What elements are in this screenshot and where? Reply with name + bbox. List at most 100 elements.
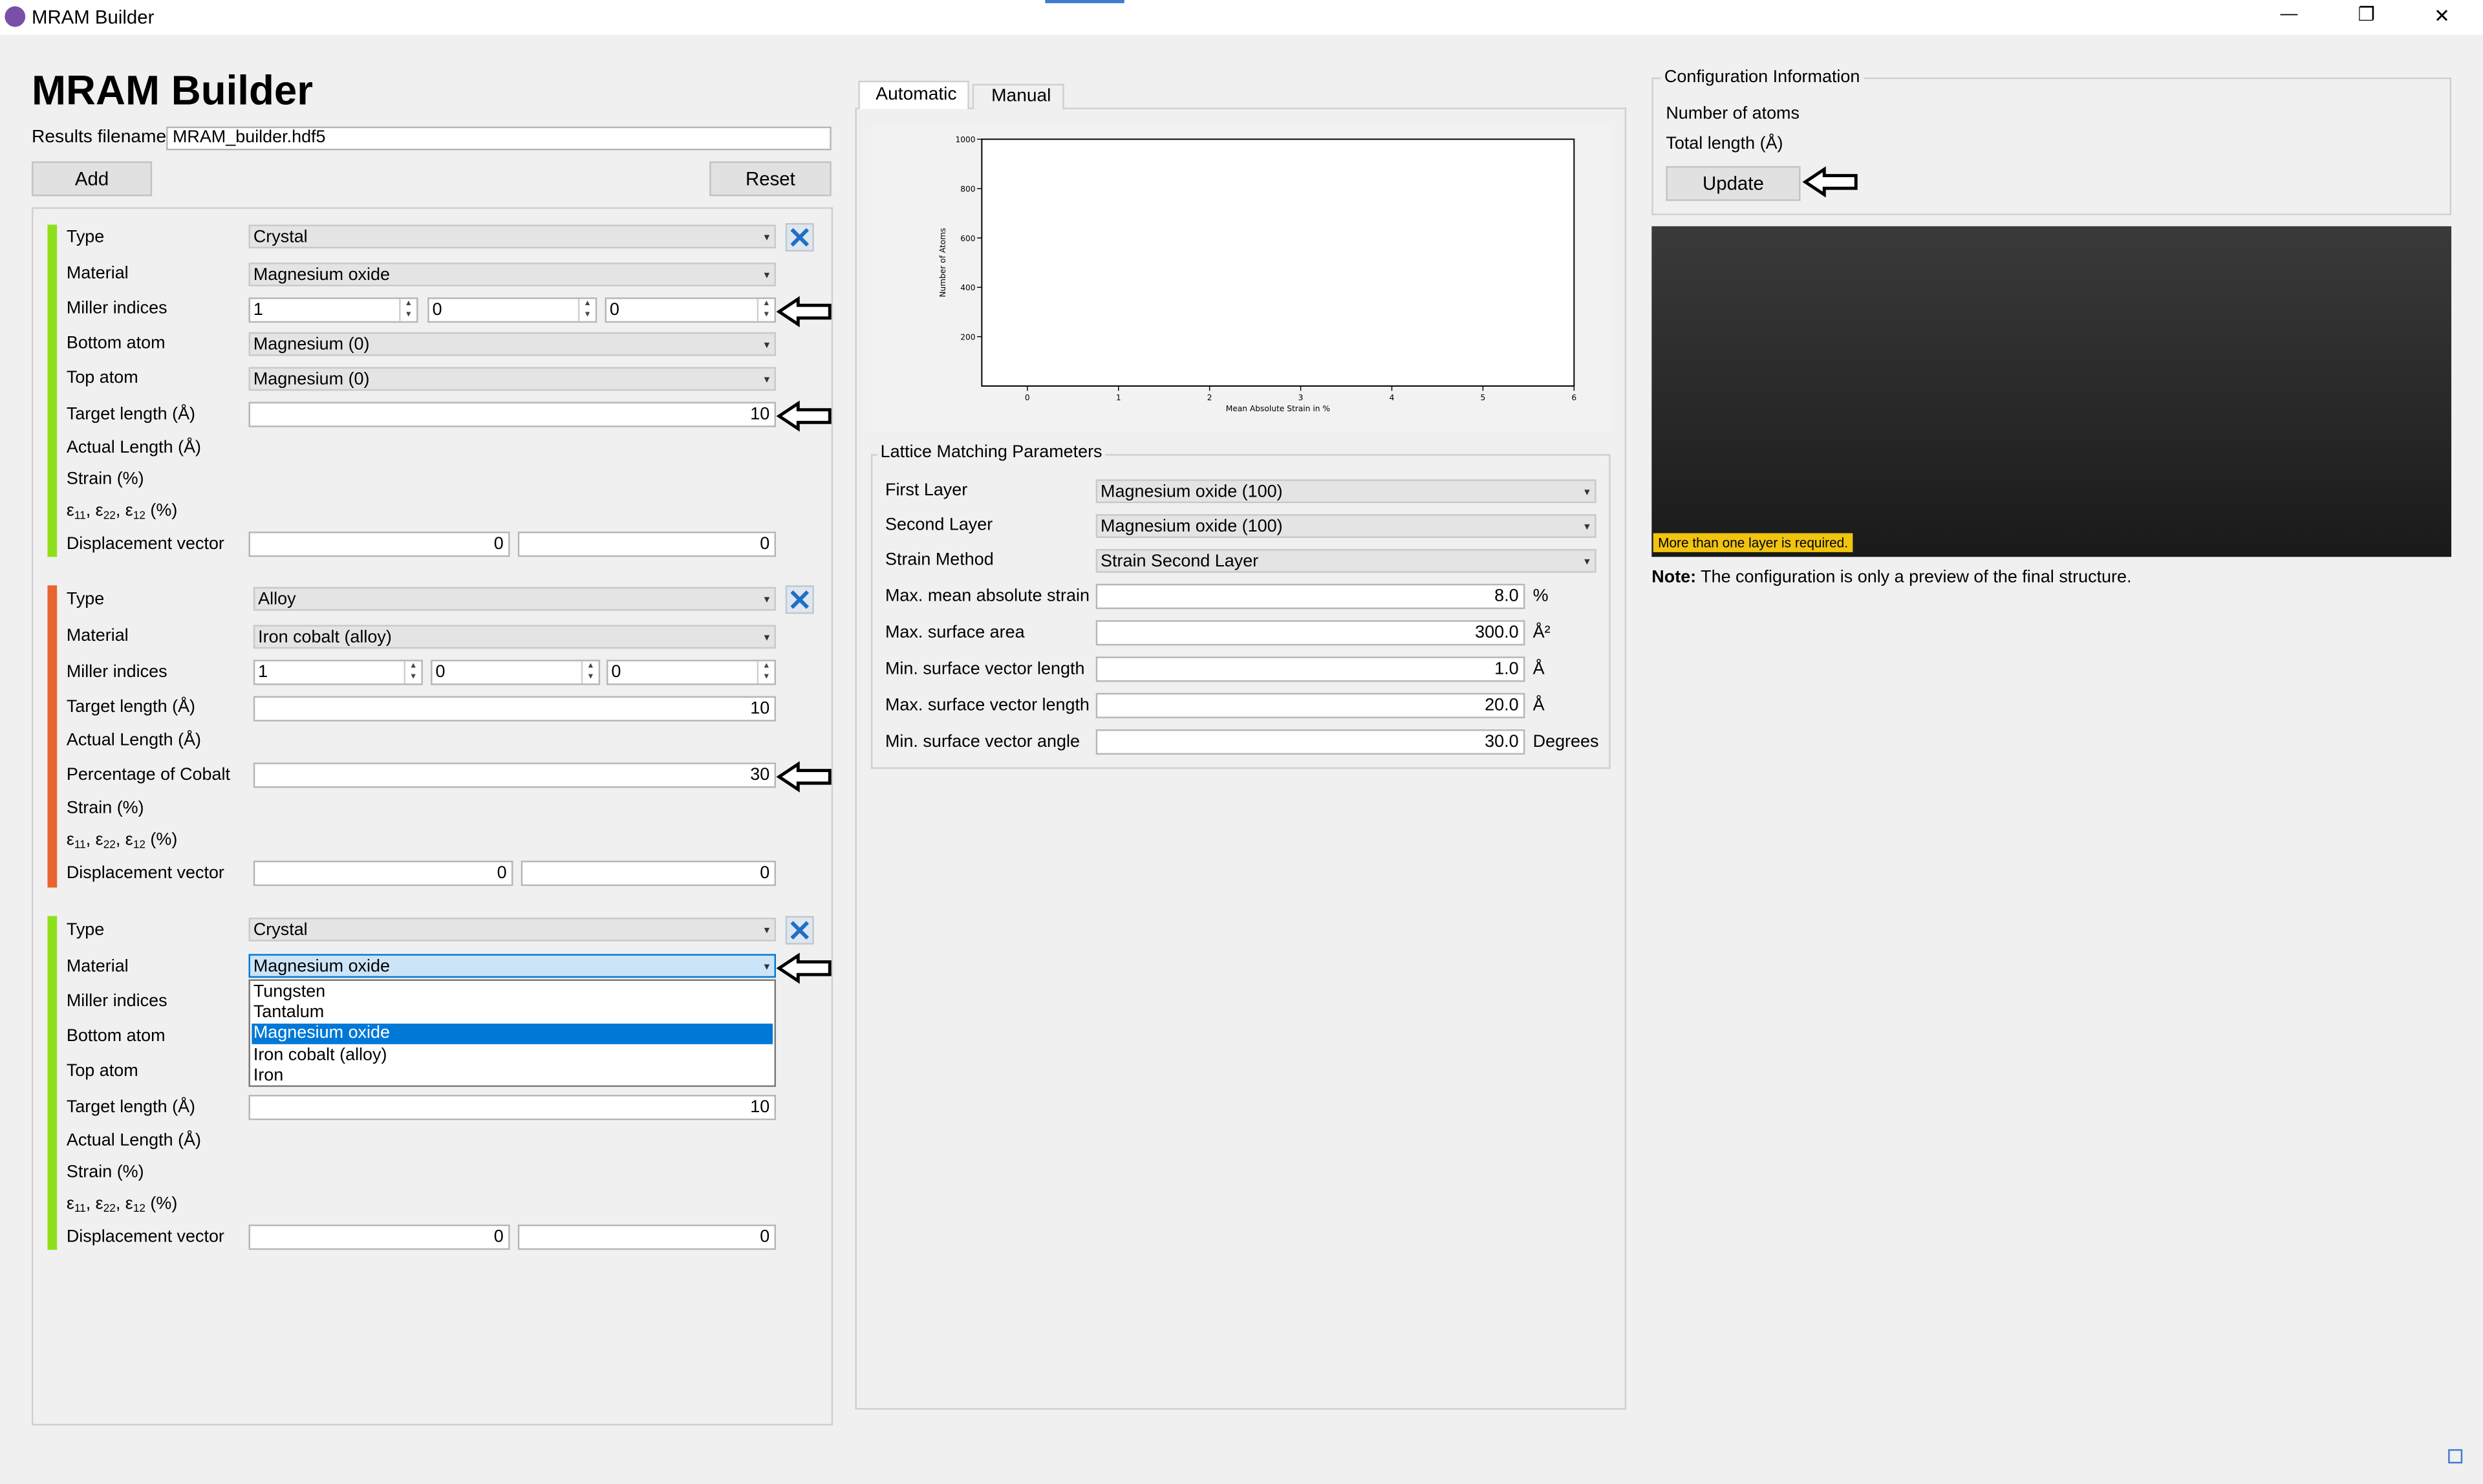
second-layer-label: Second Layer	[885, 515, 993, 535]
y-tick-label: 400	[960, 283, 975, 292]
displacement-label: Displacement vector	[66, 534, 224, 554]
chevron-down-icon: ▾	[764, 340, 770, 352]
strain-label: Strain (%)	[66, 799, 144, 818]
dropdown-option[interactable]: Iron cobalt (alloy)	[253, 1046, 387, 1064]
y-tick-label: 600	[960, 234, 975, 243]
y-tick-label: 1000	[955, 135, 975, 144]
delete-layer-button[interactable]	[785, 585, 814, 614]
lattice-group-title: Lattice Matching Parameters	[877, 443, 1106, 462]
material-select[interactable]: Iron cobalt (alloy) ▾	[253, 625, 777, 649]
arrow-left-icon	[776, 761, 832, 793]
update-button[interactable]: Update	[1666, 166, 1801, 201]
material-dropdown-list: Tungsten Tantalum Magnesium oxide Iron c…	[248, 979, 777, 1087]
chevron-down-icon: ▾	[764, 925, 770, 937]
displacement-y-input[interactable]: 0	[517, 532, 777, 557]
dropdown-option[interactable]: Tantalum	[253, 1003, 324, 1022]
tab-manual[interactable]: Manual	[972, 83, 1064, 109]
results-filename-label: Results filename	[31, 128, 167, 147]
miller-k-spinbox[interactable]: 0 ▲ ▼	[427, 297, 597, 323]
arrow-left-icon	[776, 952, 832, 984]
restore-button[interactable]: ❐	[2358, 3, 2375, 25]
first-layer-select[interactable]: Magnesium oxide (100) ▾	[1095, 479, 1596, 504]
dropdown-option-selected[interactable]: Magnesium oxide	[252, 1024, 773, 1044]
actual-length-label: Actual Length (Å)	[66, 1131, 202, 1150]
bottom-atom-select[interactable]: Magnesium (0) ▾	[248, 332, 777, 356]
miller-h-spinbox[interactable]: 1 ▲ ▼	[253, 660, 423, 685]
type-select[interactable]: Alloy ▾	[253, 586, 777, 611]
max-strain-input[interactable]: 8.0	[1095, 583, 1525, 609]
miller-h-spinbox[interactable]: 1 ▲ ▼	[248, 297, 418, 323]
title-progress-line	[1045, 0, 1124, 3]
dropdown-option[interactable]: Iron	[253, 1066, 283, 1085]
max-vector-input[interactable]: 20.0	[1095, 693, 1525, 718]
x-tick-label: 0	[1025, 393, 1030, 402]
displacement-x-input[interactable]: 0	[248, 1224, 510, 1250]
max-area-input[interactable]: 300.0	[1095, 620, 1525, 646]
miller-l-spinbox[interactable]: 0 ▲ ▼	[605, 297, 777, 323]
material-select-open[interactable]: Magnesium oxide ▾	[248, 954, 777, 978]
material-select[interactable]: Magnesium oxide ▾	[248, 263, 777, 286]
actual-length-label: Actual Length (Å)	[66, 731, 202, 750]
target-length-input[interactable]: 10	[253, 696, 777, 722]
actual-length-label: Actual Length (Å)	[66, 438, 202, 458]
type-select[interactable]: Crystal ▾	[248, 918, 777, 941]
title-bar	[0, 0, 2483, 35]
x-tick-label: 1	[1116, 393, 1121, 402]
target-length-input[interactable]: 10	[248, 1095, 777, 1121]
x-tick-label: 5	[1481, 393, 1486, 402]
target-length-label: Target length (Å)	[66, 697, 196, 717]
type-label: Type	[66, 228, 105, 247]
epsilon-label: ε11, ε22, ε12 (%)	[66, 1194, 178, 1216]
x-tick-label: 3	[1298, 393, 1304, 402]
displacement-label: Displacement vector	[66, 1227, 224, 1247]
min-vector-label: Min. surface vector length	[885, 660, 1085, 679]
layer-color-bar	[47, 916, 58, 1250]
min-angle-unit: Degrees	[1532, 732, 1599, 752]
type-label: Type	[66, 590, 105, 609]
close-button[interactable]: ✕	[2434, 5, 2450, 27]
page-title: MRAM Builder	[31, 66, 314, 114]
material-label: Material	[66, 264, 129, 283]
min-angle-input[interactable]: 30.0	[1095, 729, 1525, 755]
miller-l-spinbox[interactable]: 0 ▲ ▼	[606, 660, 777, 685]
displacement-x-input[interactable]: 0	[248, 532, 510, 557]
top-atom-select[interactable]: Magnesium (0) ▾	[248, 367, 777, 391]
max-vector-unit: Å	[1532, 696, 1545, 715]
material-label: Material	[66, 626, 129, 646]
resize-grip-icon[interactable]	[2448, 1449, 2463, 1464]
type-select[interactable]: Crystal ▾	[248, 224, 777, 249]
target-length-label: Target length (Å)	[66, 405, 196, 424]
x-axis-label: Mean Absolute Strain in %	[1226, 404, 1330, 413]
displacement-y-input[interactable]: 0	[517, 1224, 777, 1250]
min-angle-label: Min. surface vector angle	[885, 732, 1080, 752]
min-vector-input[interactable]: 1.0	[1095, 656, 1525, 682]
bottom-atom-label: Bottom atom	[66, 1026, 166, 1046]
delete-layer-button[interactable]	[785, 222, 814, 252]
results-filename-input[interactable]: MRAM_builder.hdf5	[166, 126, 832, 151]
miller-k-spinbox[interactable]: 0 ▲ ▼	[431, 660, 601, 685]
target-length-input[interactable]: 10	[248, 402, 777, 427]
miller-indices-label: Miller indices	[66, 299, 167, 318]
second-layer-select[interactable]: Magnesium oxide (100) ▾	[1095, 514, 1596, 538]
tab-automatic[interactable]: Automatic	[858, 80, 969, 109]
close-icon	[790, 590, 810, 609]
x-tick-label: 2	[1207, 393, 1212, 402]
max-area-label: Max. surface area	[885, 623, 1025, 643]
displacement-x-input[interactable]: 0	[253, 861, 513, 887]
epsilon-label: ε11, ε22, ε12 (%)	[66, 501, 178, 522]
add-button[interactable]: Add	[31, 161, 153, 197]
displacement-y-input[interactable]: 0	[521, 861, 777, 887]
dropdown-option[interactable]: Tungsten	[253, 982, 325, 1001]
reset-button[interactable]: Reset	[709, 161, 832, 197]
minimize-button[interactable]: —	[2281, 5, 2298, 23]
structure-preview	[1651, 226, 2452, 557]
strain-method-select[interactable]: Strain Second Layer ▾	[1095, 549, 1596, 573]
delete-layer-button[interactable]	[785, 916, 814, 945]
x-tick-label: 4	[1390, 393, 1395, 402]
max-vector-label: Max. surface vector length	[885, 696, 1090, 715]
chevron-down-icon: ▾	[764, 270, 770, 282]
cobalt-percentage-input[interactable]: 30	[253, 762, 777, 788]
config-group-title: Configuration Information	[1661, 68, 1864, 87]
miller-indices-label: Miller indices	[66, 663, 167, 682]
top-atom-label: Top atom	[66, 1061, 138, 1081]
